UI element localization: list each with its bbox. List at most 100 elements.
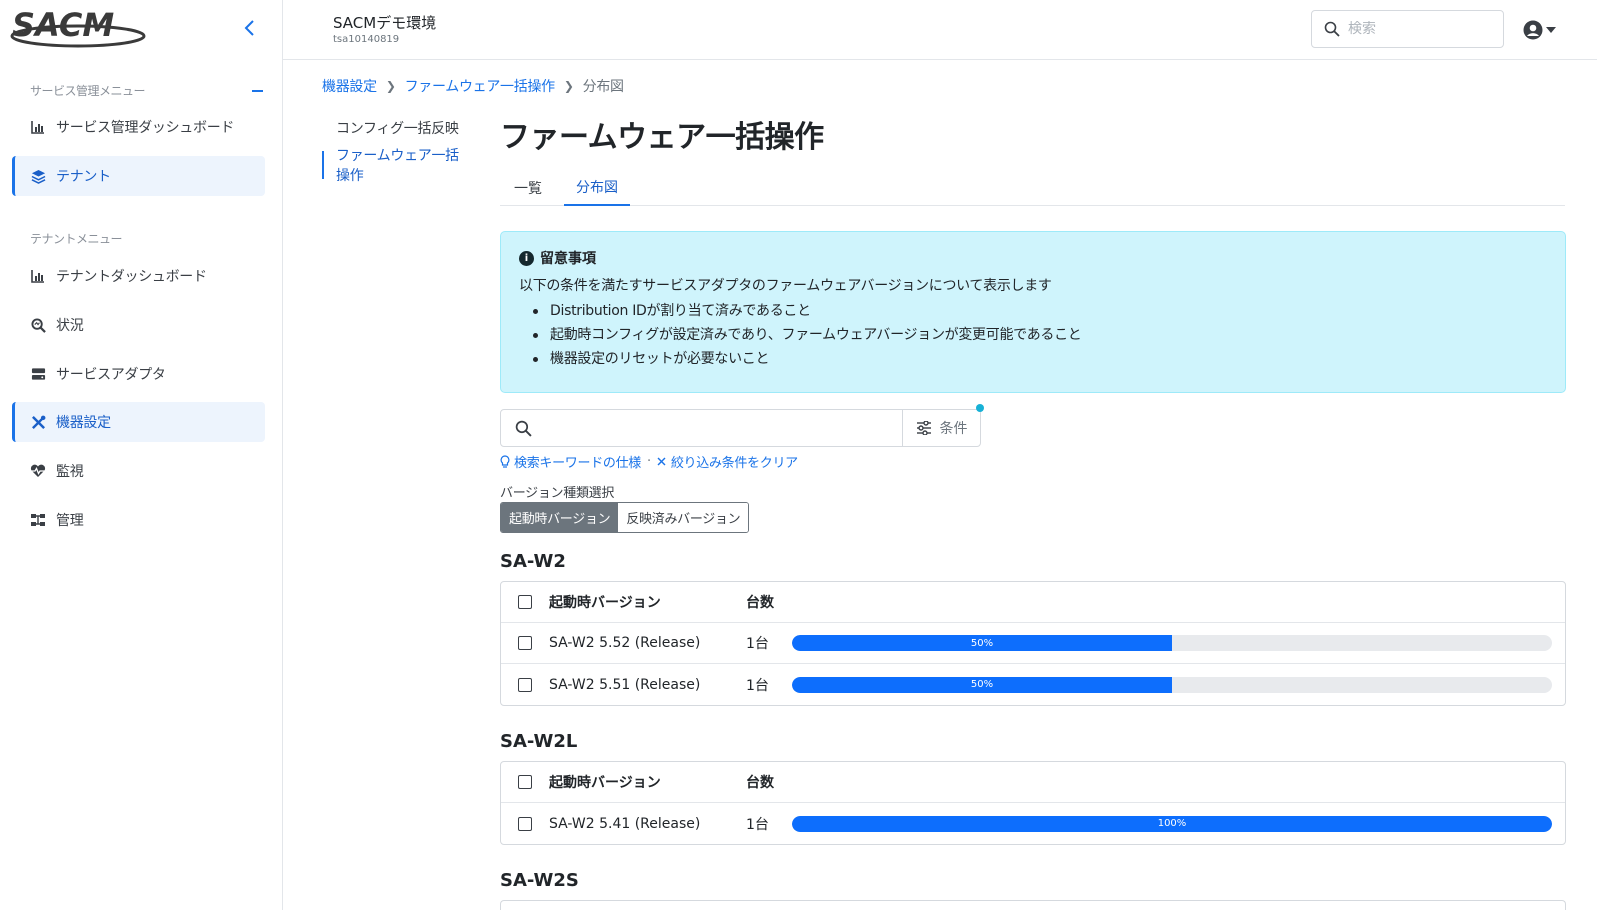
chevron-right-icon: ❯: [385, 79, 396, 93]
notice-text: 以下の条件を満たすサービスアダプタのファームウェアバージョンについて表示します: [519, 278, 1052, 294]
user-circle-icon: [1523, 20, 1543, 40]
table-header-row: 起動時バージョン 台数: [501, 582, 1565, 623]
distribution-bar-fill: 50%: [792, 635, 1172, 651]
version-count: 1台: [746, 677, 769, 694]
sidebar-item-tenant-dashboard[interactable]: テナントダッシュボード: [12, 256, 265, 296]
subnav-config-bulk[interactable]: コンフィグ一括反映: [322, 114, 472, 142]
sidebar-item-service-adapter[interactable]: サービスアダプタ: [12, 354, 265, 394]
notice-item: 起動時コンフィグが設定済みであり、ファームウェアバージョンが変更可能であること: [533, 323, 1547, 347]
distribution-bar-fill: 100%: [792, 815, 1552, 832]
row-checkbox[interactable]: [518, 677, 532, 692]
col-count-header: 台数: [746, 775, 774, 791]
filter-search-input[interactable]: [540, 420, 880, 436]
collapse-sidebar-icon[interactable]: [241, 18, 259, 38]
bar-chart-icon: [30, 119, 46, 135]
version-type-toggle: 起動時バージョン 反映済みバージョン: [500, 502, 750, 533]
sidebar-item-monitoring[interactable]: 監視: [12, 451, 265, 491]
sidebar-item-admin[interactable]: 管理: [12, 500, 265, 540]
search-icon: [515, 420, 532, 437]
notice-title-text: 留意事項: [540, 251, 596, 267]
group-title: SA-W2: [500, 551, 566, 572]
table-row: SA-W2 5.52 (Release) 1台 50%: [501, 623, 1565, 664]
tab-bar: 一覧 分布図: [500, 170, 1565, 206]
version-name: SA-W2 5.51 (Release): [549, 676, 701, 693]
version-table: [500, 900, 1566, 910]
keyword-spec-link[interactable]: 検索キーワードの仕様: [500, 452, 641, 471]
global-search-input[interactable]: [1348, 21, 1488, 37]
breadcrumb-device-settings[interactable]: 機器設定: [322, 76, 377, 96]
search-icon: [1324, 21, 1340, 37]
server-icon: [30, 366, 46, 382]
user-menu[interactable]: [1523, 18, 1563, 42]
notice-box: i 留意事項 以下の条件を満たすサービスアダプタのファームウェアバージョンについ…: [500, 231, 1566, 393]
breadcrumb-current: 分布図: [582, 79, 624, 95]
version-table: 起動時バージョン 台数 SA-W2 5.41 (Release) 1台 100%: [500, 761, 1566, 845]
chevron-down-icon: [1546, 27, 1556, 33]
tab-distribution[interactable]: 分布図: [564, 170, 630, 206]
sidebar-item-service-dashboard[interactable]: サービス管理ダッシュボード: [12, 107, 265, 147]
link-separator: ·: [647, 454, 651, 469]
sidebar-item-device-settings[interactable]: 機器設定: [12, 402, 265, 442]
row-checkbox[interactable]: [518, 636, 532, 650]
bar-chart-icon: [30, 268, 46, 284]
distribution-bar: 50%: [792, 635, 1552, 651]
sidebar-item-label: 監視: [56, 464, 84, 480]
select-all-checkbox[interactable]: [518, 595, 532, 609]
sidebar-item-tenant[interactable]: テナント: [12, 156, 265, 196]
sidebar-item-label: テナントダッシュボード: [56, 269, 207, 285]
notice-item: 機器設定のリセットが必要ないこと: [533, 347, 1547, 371]
table-header-row: 起動時バージョン 台数: [501, 762, 1565, 803]
tools-icon: [30, 414, 46, 430]
tab-list[interactable]: 一覧: [502, 170, 554, 206]
lightbulb-icon: [500, 455, 510, 468]
close-icon: [657, 457, 666, 466]
filter-search[interactable]: [501, 410, 902, 446]
distribution-bar: 50%: [792, 676, 1552, 693]
global-search[interactable]: [1311, 10, 1504, 48]
col-version-header: 起動時バージョン: [549, 775, 661, 791]
version-type-applied[interactable]: 反映済みバージョン: [618, 503, 749, 532]
sidebar-item-label: 状況: [56, 318, 84, 334]
service-menu-label: サービス管理メニュー: [30, 84, 146, 98]
notice-item: Distribution IDが割り当て済みであること: [533, 299, 1547, 323]
version-type-boot[interactable]: 起動時バージョン: [501, 503, 619, 532]
sidebar-item-label: テナント: [56, 169, 111, 185]
notice-list: Distribution IDが割り当て済みであること 起動時コンフィグが設定済…: [519, 299, 1547, 371]
filter-links: 検索キーワードの仕様 · 絞り込み条件をクリア: [500, 452, 798, 471]
breadcrumb: 機器設定 ❯ ファームウェア一括操作 ❯ 分布図: [322, 76, 624, 96]
version-type-label: バージョン種類選択: [500, 486, 615, 501]
active-filter-dot: [976, 404, 984, 412]
col-version-header: 起動時バージョン: [549, 595, 661, 611]
chevron-right-icon: ❯: [563, 79, 574, 93]
sidebar-item-status[interactable]: 状況: [12, 305, 265, 345]
keyword-spec-text: 検索キーワードの仕様: [514, 456, 642, 471]
row-checkbox[interactable]: [518, 816, 532, 831]
svg-text:SACM: SACM: [12, 6, 114, 44]
tenant-menu-label: テナントメニュー: [30, 232, 123, 246]
col-count-header: 台数: [746, 595, 774, 611]
version-name: SA-W2 5.41 (Release): [549, 815, 701, 832]
sacm-logo[interactable]: SACM: [10, 6, 150, 50]
version-count: 1台: [746, 636, 769, 652]
condition-button[interactable]: 条件: [902, 404, 984, 446]
notice-title: i 留意事項: [519, 248, 1547, 268]
select-all-checkbox[interactable]: [518, 775, 532, 789]
collapse-section-icon[interactable]: [252, 90, 263, 92]
clear-filter-text: 絞り込み条件をクリア: [670, 456, 798, 471]
page-title: ファームウェア一括操作: [500, 120, 824, 155]
clear-filter-link[interactable]: 絞り込み条件をクリア: [657, 452, 798, 471]
heartbeat-icon: [30, 463, 46, 479]
version-count: 1台: [746, 816, 769, 833]
environment-name: SACMデモ環境: [333, 14, 437, 32]
breadcrumb-firmware-bulk[interactable]: ファームウェア一括操作: [405, 76, 556, 96]
distribution-bar: 100%: [792, 815, 1552, 832]
group-title: SA-W2L: [500, 731, 578, 752]
version-table: 起動時バージョン 台数 SA-W2 5.52 (Release) 1台 50% …: [500, 581, 1566, 706]
sidebar-item-label: サービス管理ダッシュボード: [56, 120, 235, 136]
filter-bar: 条件: [500, 404, 984, 447]
distribution-bar-fill: 50%: [792, 676, 1172, 693]
sidebar-item-label: 管理: [56, 513, 84, 529]
subnav-firmware-bulk[interactable]: ファームウェア一括操作: [322, 148, 472, 184]
sidebar: SACM サービス管理メニュー サービス管理ダッシュボード テナント テナントメ…: [0, 0, 283, 910]
condition-label: 条件: [939, 421, 968, 437]
